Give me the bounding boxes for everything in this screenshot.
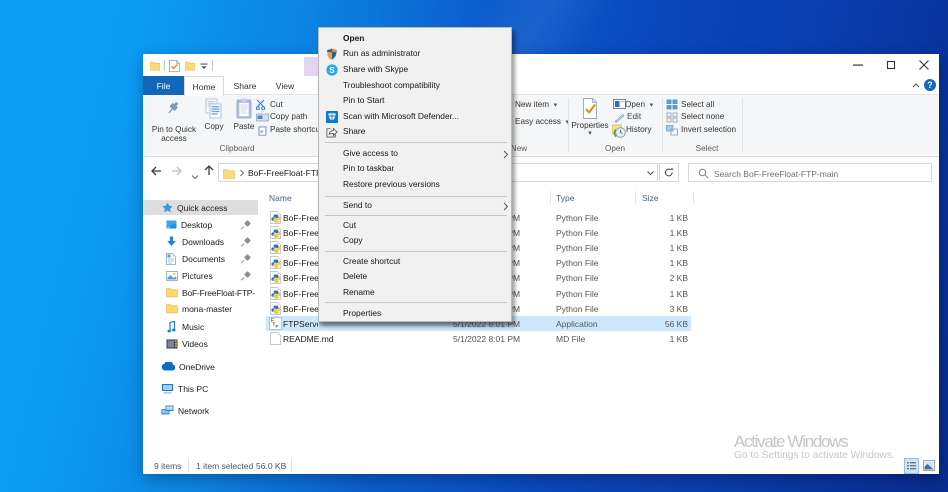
svg-text:S: S [329, 66, 335, 75]
